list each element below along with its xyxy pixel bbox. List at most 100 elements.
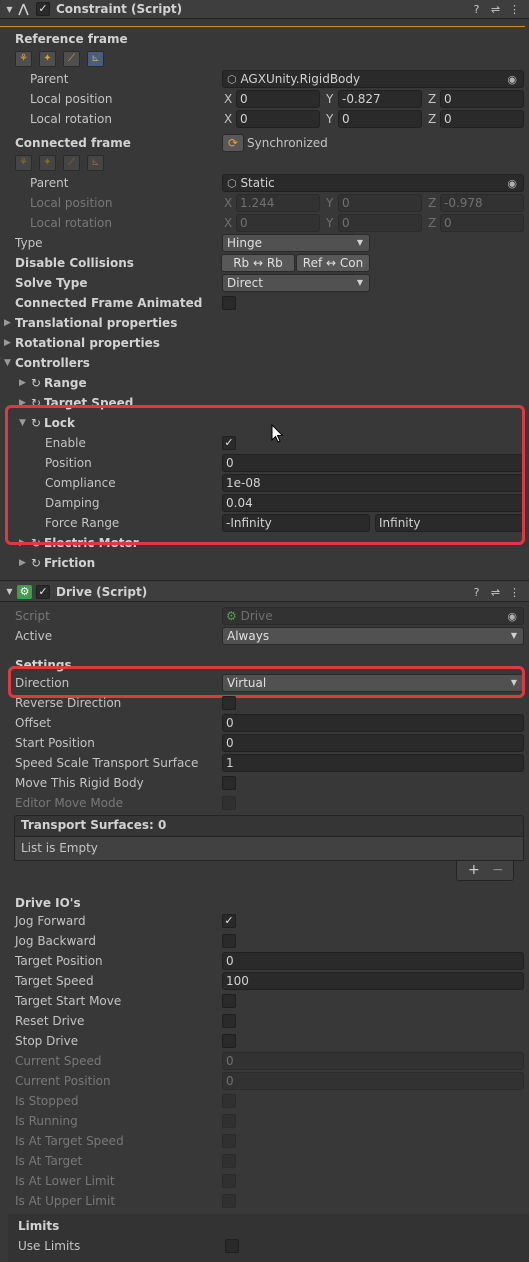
- connected-frame-animated-checkbox[interactable]: [222, 296, 236, 310]
- axis-z-label: Z: [428, 112, 437, 126]
- connected-frame-animated-label: Connected Frame Animated: [15, 296, 203, 310]
- add-item-button[interactable]: +: [468, 862, 480, 878]
- ref-position-x-input[interactable]: 0: [236, 90, 320, 108]
- axis-y-label: Y: [326, 112, 334, 126]
- target-start-move-checkbox[interactable]: [222, 994, 236, 1008]
- range-foldout[interactable]: Range: [44, 374, 87, 392]
- is-at-target-speed-label: Is At Target Speed: [15, 1134, 124, 1148]
- current-position-field: 0: [222, 1072, 524, 1090]
- ref-position-y-input[interactable]: -0.827: [338, 90, 422, 108]
- drive-enabled-checkbox[interactable]: ✓: [36, 585, 50, 599]
- ref-tool-axis-button[interactable]: ⊾: [87, 51, 104, 67]
- controllers-foldout[interactable]: Controllers: [15, 354, 90, 372]
- speed-scale-input[interactable]: 1: [222, 754, 524, 772]
- jog-backward-label: Jog Backward: [15, 934, 96, 948]
- editor-move-mode-checkbox: [222, 796, 236, 810]
- foldout-open-icon[interactable]: ▼: [4, 354, 14, 372]
- start-position-input[interactable]: 0: [222, 734, 524, 752]
- jog-forward-checkbox[interactable]: ✓: [222, 914, 236, 928]
- edge-icon: ⟋: [68, 53, 75, 64]
- sync-icon: ⟳: [227, 136, 239, 150]
- transport-surfaces-header: Transport Surfaces: 0: [14, 815, 524, 837]
- drive-component-header: ▼ ⚙ ✓ Drive (Script) ? ⇌ ⋮: [0, 582, 529, 602]
- constraint-enabled-checkbox[interactable]: ✓: [36, 2, 50, 16]
- jog-forward-label: Jog Forward: [15, 914, 86, 928]
- reverse-direction-checkbox[interactable]: [222, 696, 236, 710]
- ref-con-button[interactable]: Ref ↔ Con: [296, 254, 370, 272]
- ref-position-z-input[interactable]: 0: [440, 90, 524, 108]
- rb-rb-button[interactable]: Rb ↔ Rb: [221, 254, 295, 272]
- foldout-closed-icon[interactable]: ▶: [4, 314, 14, 332]
- con-tool-edge-button[interactable]: ⟋: [63, 155, 80, 171]
- con-tool-axis-button[interactable]: ⊾: [87, 155, 104, 171]
- translational-properties-foldout[interactable]: Translational properties: [15, 314, 177, 332]
- type-dropdown[interactable]: Hinge ▼: [222, 234, 370, 252]
- axis-icon: ⊾: [91, 157, 100, 168]
- disable-collisions-label: Disable Collisions: [15, 256, 134, 270]
- ref-rotation-z-input[interactable]: 0: [440, 110, 524, 128]
- is-at-target-label: Is At Target: [15, 1154, 83, 1168]
- use-limits-checkbox[interactable]: [225, 1239, 239, 1253]
- axis-z-label: Z: [428, 216, 437, 230]
- axis-x-label: X: [224, 92, 233, 106]
- target-position-label: Target Position: [15, 954, 103, 968]
- reset-drive-checkbox[interactable]: [222, 1014, 236, 1028]
- ref-tool-edge-button[interactable]: ⟋: [63, 51, 80, 67]
- rotational-properties-foldout[interactable]: Rotational properties: [15, 334, 160, 352]
- friction-foldout[interactable]: Friction: [44, 554, 95, 572]
- object-picker-icon[interactable]: ◉: [507, 176, 517, 191]
- object-picker-icon[interactable]: ◉: [507, 72, 517, 87]
- move-rigid-body-checkbox[interactable]: [222, 776, 236, 790]
- type-value: Hinge: [227, 236, 262, 250]
- ref-rotation-x-input[interactable]: 0: [236, 110, 320, 128]
- edge-icon: ⟋: [68, 157, 75, 168]
- con-tool-center-button[interactable]: ✦: [39, 155, 56, 171]
- con-parent-field[interactable]: ⬡ Static ◉: [222, 174, 524, 192]
- ref-tool-position-button[interactable]: ⚘: [15, 51, 32, 67]
- is-stopped-label: Is Stopped: [15, 1094, 79, 1108]
- mouse-cursor-icon: [271, 424, 284, 443]
- active-dropdown[interactable]: Always ▼: [222, 627, 524, 645]
- con-local-position-label: Local position: [30, 196, 113, 210]
- stop-drive-checkbox[interactable]: [222, 1034, 236, 1048]
- remove-item-button[interactable]: −: [492, 862, 504, 878]
- con-parent-value: Static: [240, 176, 275, 190]
- script-field: ⚙ Drive ◉: [222, 607, 524, 625]
- con-position-x-input: 1.244: [236, 194, 320, 212]
- ref-rotation-y-input[interactable]: 0: [338, 110, 422, 128]
- solve-type-dropdown[interactable]: Direct ▼: [222, 274, 370, 292]
- foldout-closed-icon[interactable]: ▶: [19, 374, 29, 392]
- chevron-down-icon: ▼: [510, 631, 517, 640]
- target-position-input[interactable]: 0: [222, 952, 524, 970]
- transport-surfaces-list: List is Empty: [14, 837, 524, 861]
- more-options-icon[interactable]: ⋮: [508, 586, 521, 599]
- synchronized-toggle[interactable]: ⟳: [222, 134, 244, 152]
- jog-backward-checkbox[interactable]: [222, 934, 236, 948]
- cube-icon: ⬡: [227, 177, 237, 190]
- offset-input[interactable]: 0: [222, 714, 524, 732]
- presets-icon[interactable]: ⇌: [489, 3, 502, 16]
- center-target-icon: ✦: [43, 157, 52, 168]
- foldout-closed-icon[interactable]: ▶: [4, 334, 14, 352]
- chevron-down-icon: ▼: [356, 238, 363, 247]
- ref-local-rotation-label: Local rotation: [30, 112, 112, 126]
- ref-tool-center-button[interactable]: ✦: [39, 51, 56, 67]
- foldout-arrow-icon[interactable]: ▼: [3, 3, 16, 16]
- type-label: Type: [15, 236, 43, 250]
- foldout-closed-icon[interactable]: ▶: [19, 554, 29, 572]
- ref-parent-field[interactable]: ⬡ AGXUnity.RigidBody ◉: [222, 70, 524, 88]
- position-handle-icon: ⚘: [19, 157, 28, 168]
- is-at-lower-limit-label: Is At Lower Limit: [15, 1174, 115, 1188]
- offset-label: Offset: [15, 716, 52, 730]
- help-icon[interactable]: ?: [470, 586, 483, 599]
- con-rotation-x-input: 0: [236, 214, 320, 232]
- presets-icon[interactable]: ⇌: [489, 586, 502, 599]
- foldout-arrow-icon[interactable]: ▼: [3, 585, 16, 598]
- reference-frame-heading: Reference frame: [15, 32, 128, 46]
- more-options-icon[interactable]: ⋮: [508, 3, 521, 16]
- target-speed-input[interactable]: 100: [222, 972, 524, 990]
- axis-z-label: Z: [428, 92, 437, 106]
- axis-icon: ⊾: [91, 53, 100, 64]
- help-icon[interactable]: ?: [470, 3, 483, 16]
- con-tool-position-button[interactable]: ⚘: [15, 155, 32, 171]
